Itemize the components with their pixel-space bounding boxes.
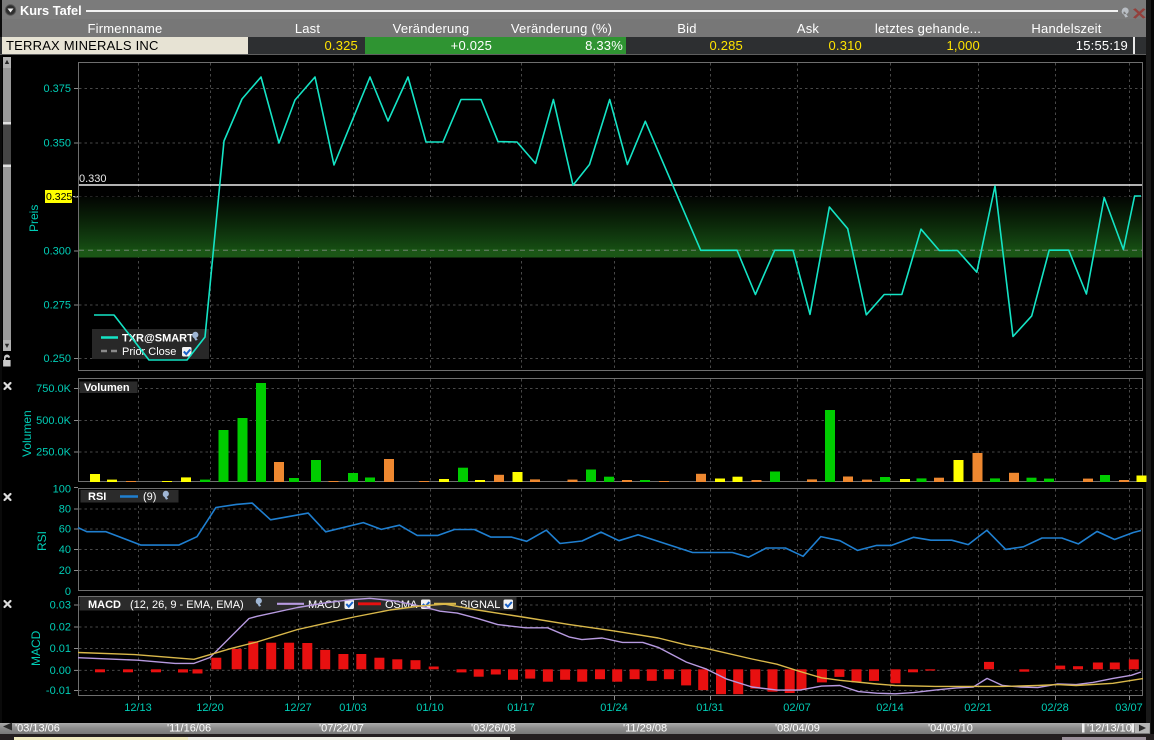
svg-text:250.0K: 250.0K (36, 447, 72, 459)
svg-text:01/03: 01/03 (339, 702, 367, 714)
svg-text:0.275: 0.275 (43, 300, 71, 312)
svg-text:-0.01: -0.01 (46, 685, 71, 697)
svg-text:'07/22/07: '07/22/07 (319, 723, 364, 735)
svg-text:0.03: 0.03 (50, 600, 71, 612)
svg-text:0.375: 0.375 (43, 83, 71, 95)
svg-text:'08/04/09: '08/04/09 (775, 723, 820, 735)
svg-text:0.01: 0.01 (50, 643, 71, 655)
svg-text:12/13: 12/13 (124, 702, 152, 714)
svg-text:Prior Close: Prior Close (122, 346, 176, 358)
svg-text:0.300: 0.300 (43, 246, 71, 258)
svg-text:01/10: 01/10 (416, 702, 444, 714)
svg-text:100: 100 (53, 483, 71, 495)
svg-text:750.0K: 750.0K (36, 383, 72, 395)
svg-text:40: 40 (59, 544, 71, 556)
svg-text:MACD: MACD (29, 630, 43, 666)
svg-text:12/27: 12/27 (284, 702, 312, 714)
svg-text:80: 80 (59, 504, 71, 516)
svg-text:03/07: 03/07 (1115, 702, 1143, 714)
svg-text:0.00: 0.00 (50, 665, 71, 677)
svg-text:RSI: RSI (88, 491, 106, 503)
svg-text:0.330: 0.330 (79, 173, 107, 185)
svg-text:02/28: 02/28 (1041, 702, 1069, 714)
svg-text:02/14: 02/14 (876, 702, 904, 714)
svg-text:0.02: 0.02 (50, 622, 71, 634)
svg-text:12/20: 12/20 (196, 702, 224, 714)
svg-text:0: 0 (65, 586, 71, 598)
svg-text:01/17: 01/17 (507, 702, 535, 714)
svg-text:02/21: 02/21 (964, 702, 992, 714)
svg-text:Volumen: Volumen (84, 382, 130, 394)
svg-text:'04/09/10: '04/09/10 (928, 723, 973, 735)
svg-text:(12, 26, 9 - EMA, EMA): (12, 26, 9 - EMA, EMA) (130, 599, 244, 611)
svg-text:'03/26/08: '03/26/08 (471, 723, 516, 735)
svg-text:0.250: 0.250 (43, 353, 71, 365)
svg-text:500.0K: 500.0K (36, 415, 72, 427)
svg-text:01/24: 01/24 (600, 702, 628, 714)
svg-text:Preis: Preis (27, 205, 41, 232)
svg-text:'12/13/10: '12/13/10 (1087, 723, 1132, 735)
svg-text:60: 60 (59, 524, 71, 536)
svg-text:'11/16/06: '11/16/06 (167, 723, 211, 735)
svg-text:01/31: 01/31 (696, 702, 724, 714)
svg-text:0.350: 0.350 (43, 138, 71, 150)
svg-text:RSI: RSI (35, 531, 49, 551)
svg-text:20: 20 (59, 565, 71, 577)
svg-text:MACD: MACD (88, 599, 121, 611)
svg-text:'03/13/06: '03/13/06 (15, 723, 60, 735)
svg-text:0.325: 0.325 (46, 191, 72, 203)
svg-text:SIGNAL: SIGNAL (460, 599, 500, 611)
svg-text:Volumen: Volumen (20, 410, 34, 457)
svg-text:02/07: 02/07 (783, 702, 811, 714)
svg-text:'11/29/08: '11/29/08 (623, 723, 667, 735)
svg-text:(9): (9) (143, 491, 156, 503)
